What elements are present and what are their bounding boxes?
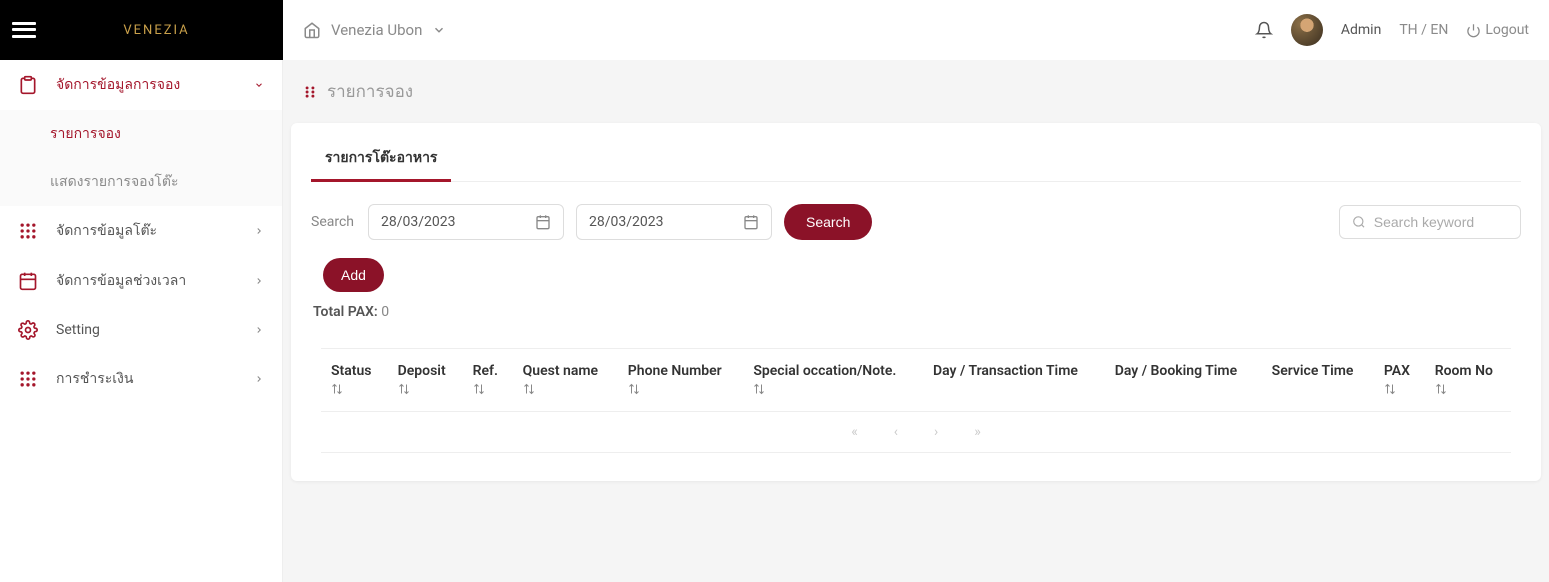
page-last-button[interactable]: » — [974, 424, 981, 440]
sort-icon — [753, 383, 765, 395]
grip-icon — [303, 85, 317, 99]
sidebar-item-label: การชำระเงิน — [56, 368, 236, 390]
bell-icon[interactable] — [1255, 21, 1273, 39]
sidebar-item-bookings[interactable]: จัดการข้อมูลการจอง — [0, 60, 282, 110]
clipboard-icon — [18, 75, 38, 95]
chevron-down-icon — [432, 23, 446, 37]
page-first-button[interactable]: « — [851, 424, 858, 440]
power-icon — [1466, 23, 1481, 38]
brand-logo[interactable]: VENEZIA — [50, 3, 263, 58]
chevron-right-icon — [254, 325, 264, 335]
search-icon — [1352, 214, 1366, 230]
chevron-down-icon — [254, 80, 264, 90]
sort-icon — [1384, 383, 1396, 395]
tab-food-table-list[interactable]: รายการโต๊ะอาหาร — [311, 137, 451, 182]
header-right: Venezia Ubon Admin TH / EN Logout — [283, 14, 1549, 46]
chevron-right-icon — [254, 374, 264, 384]
table-header-cell[interactable]: Room No — [1425, 349, 1511, 412]
sidebar-item-label: Setting — [56, 322, 236, 338]
calendar-icon — [535, 214, 551, 230]
table-header-cell: Service Time — [1262, 349, 1374, 412]
search-button[interactable]: Search — [784, 204, 872, 240]
sidebar-sub-show-table-bookings[interactable]: แสดงรายการจองโต๊ะ — [0, 158, 282, 206]
table-header-cell[interactable]: Phone Number — [618, 349, 744, 412]
table-wrap: StatusDepositRef.Quest namePhone NumberS… — [311, 348, 1521, 453]
tabs: รายการโต๊ะอาหาร — [311, 137, 1521, 182]
sort-icon — [473, 383, 485, 395]
location-name: Venezia Ubon — [331, 21, 422, 39]
table-header-cell[interactable]: Status — [321, 349, 388, 412]
header-tools: Admin TH / EN Logout — [1255, 14, 1529, 46]
grid-icon — [18, 221, 38, 241]
breadcrumb: รายการจอง — [291, 60, 1541, 123]
sidebar-item-payment[interactable]: การชำระเงิน — [0, 354, 282, 404]
total-pax: Total PAX: 0 — [313, 304, 1521, 320]
pagination: « ‹ › » — [321, 412, 1511, 453]
sidebar-item-tables[interactable]: จัดการข้อมูลโต๊ะ — [0, 206, 282, 256]
table-header-cell[interactable]: Special occation/Note. — [743, 349, 923, 412]
sidebar-sub-label: รายการจอง — [50, 126, 121, 142]
sidebar-item-setting[interactable]: Setting — [0, 306, 282, 354]
brand-name: VENEZIA — [123, 23, 189, 38]
home-icon — [303, 21, 321, 39]
table-header-cell[interactable]: Quest name — [513, 349, 618, 412]
calendar-icon — [743, 214, 759, 230]
table-header-cell[interactable]: Deposit — [388, 349, 463, 412]
page-prev-button[interactable]: ‹ — [894, 424, 898, 440]
date-from-value: 28/03/2023 — [381, 214, 456, 230]
location-selector[interactable]: Venezia Ubon — [303, 21, 446, 39]
sidebar-item-label: จัดการข้อมูลการจอง — [56, 74, 236, 96]
sort-icon — [523, 383, 535, 395]
search-row: Search 28/03/2023 28/03/2023 Search — [311, 204, 1521, 240]
keyword-input[interactable] — [1374, 214, 1508, 230]
main-content: รายการจอง รายการโต๊ะอาหาร Search 28/03/2… — [283, 60, 1549, 582]
total-pax-value: 0 — [381, 304, 389, 320]
sort-icon — [628, 383, 640, 395]
chevron-right-icon — [254, 276, 264, 286]
sort-icon — [1435, 383, 1447, 395]
gear-icon — [18, 320, 38, 340]
grid-icon — [18, 369, 38, 389]
table-header-cell: Day / Booking Time — [1105, 349, 1262, 412]
keyword-search[interactable] — [1339, 205, 1521, 239]
date-to-input[interactable]: 28/03/2023 — [576, 204, 772, 240]
page-next-button[interactable]: › — [934, 424, 938, 440]
calendar-icon — [18, 271, 38, 291]
bookings-table: StatusDepositRef.Quest namePhone NumberS… — [321, 348, 1511, 412]
menu-toggle-button[interactable] — [12, 20, 36, 40]
language-toggle[interactable]: TH / EN — [1399, 22, 1448, 38]
content-card: รายการโต๊ะอาหาร Search 28/03/2023 28/03/… — [291, 123, 1541, 481]
sidebar-item-label: จัดการข้อมูลช่วงเวลา — [56, 270, 236, 292]
table-header-cell[interactable]: PAX — [1374, 349, 1425, 412]
sidebar-sub-booking-list[interactable]: รายการจอง — [0, 110, 282, 158]
date-from-input[interactable]: 28/03/2023 — [368, 204, 564, 240]
user-name: Admin — [1341, 22, 1381, 38]
chevron-right-icon — [254, 226, 264, 236]
logo-area: VENEZIA — [0, 0, 283, 60]
sort-icon — [331, 383, 343, 395]
avatar[interactable] — [1291, 14, 1323, 46]
sidebar-item-timeslots[interactable]: จัดการข้อมูลช่วงเวลา — [0, 256, 282, 306]
sidebar-item-label: จัดการข้อมูลโต๊ะ — [56, 220, 236, 242]
date-to-value: 28/03/2023 — [589, 214, 664, 230]
total-pax-label: Total PAX: — [313, 304, 378, 320]
table-header-cell[interactable]: Ref. — [463, 349, 513, 412]
table-header-cell: Day / Transaction Time — [923, 349, 1105, 412]
search-label: Search — [311, 214, 356, 230]
sidebar: จัดการข้อมูลการจอง รายการจอง แสดงรายการจ… — [0, 60, 283, 582]
sort-icon — [398, 383, 410, 395]
table-header-row: StatusDepositRef.Quest namePhone NumberS… — [321, 349, 1511, 412]
app-header: VENEZIA Venezia Ubon Admin TH / EN Logou… — [0, 0, 1549, 60]
page-title: รายการจอง — [327, 78, 413, 105]
logout-button[interactable]: Logout — [1466, 22, 1529, 38]
logout-label: Logout — [1485, 22, 1529, 38]
sidebar-sub-label: แสดงรายการจองโต๊ะ — [50, 174, 179, 190]
add-button[interactable]: Add — [323, 258, 384, 292]
